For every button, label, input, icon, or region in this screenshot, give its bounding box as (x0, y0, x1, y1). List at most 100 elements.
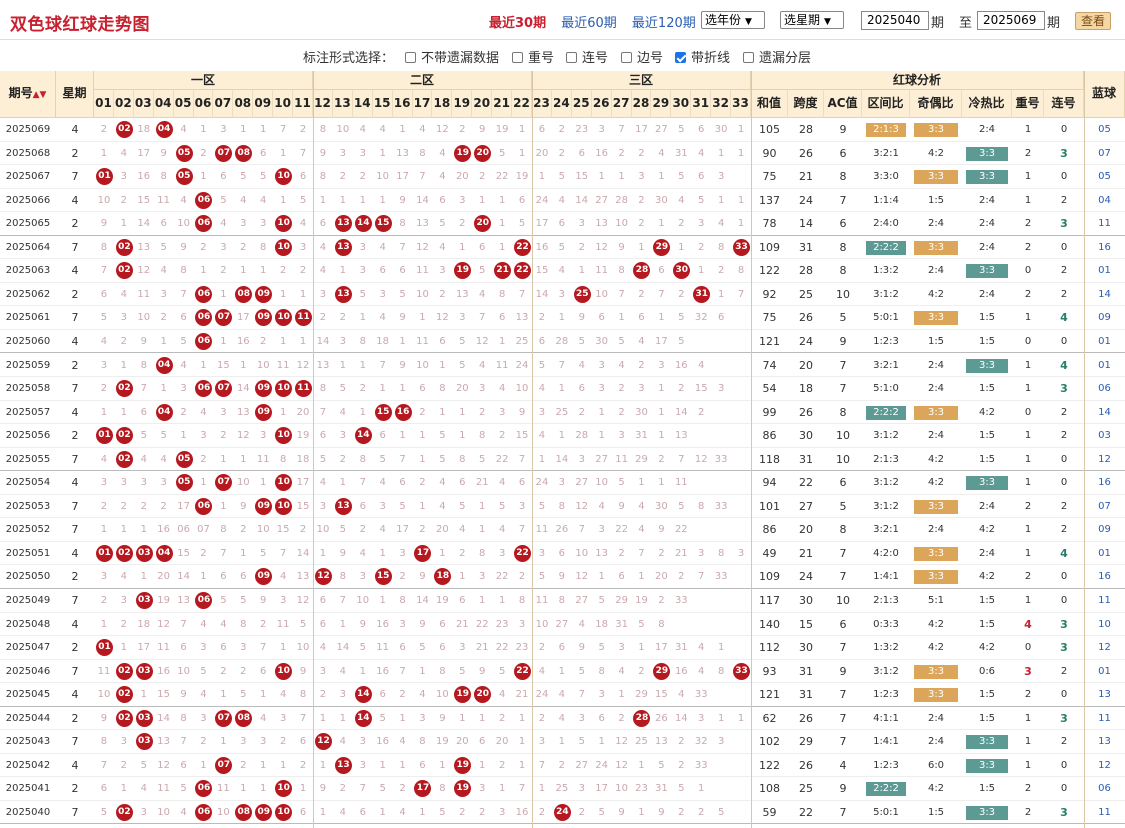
red-ball: 10 (275, 215, 293, 233)
number-cell: 5 (260, 171, 267, 183)
number-cell: 1 (220, 288, 227, 300)
zone-ratio-cell: 3:2:1 (873, 359, 899, 371)
number-cell: 2 (578, 406, 585, 418)
period-cell: 2025069 (5, 124, 51, 135)
period-links: 最近30期 最近60期 最近120期 (489, 12, 707, 31)
ac-cell: 10 (836, 594, 850, 607)
number-cell: 27 (575, 595, 589, 606)
number-cell: 31 (615, 618, 628, 630)
sum-cell: 99 (762, 405, 777, 419)
red-ball: 10 (275, 803, 293, 821)
number-cell: 1 (518, 759, 526, 771)
option-consecutive[interactable]: 连号 (566, 47, 608, 66)
header-number: 16 (392, 90, 413, 118)
number-cell: 32 (694, 736, 708, 748)
number-cell: 3 (140, 806, 147, 818)
number-cell: 2 (200, 241, 207, 253)
number-cell: 1 (260, 689, 267, 701)
number-cell: 2 (299, 124, 307, 135)
number-cell: 16 (515, 806, 529, 818)
number-cell: 17 (137, 147, 151, 159)
number-cell: 2 (120, 335, 128, 347)
number-cell: 7 (698, 571, 705, 583)
number-cell: 3 (240, 218, 247, 230)
number-cell: 3 (737, 547, 745, 559)
number-cell: 06 (194, 777, 214, 800)
hot-cold-cell: 2:4 (978, 547, 996, 559)
number-cell: 5 (220, 194, 227, 206)
number-cell: 3 (319, 288, 327, 300)
option-layer[interactable]: 遗漏分层 (743, 47, 811, 66)
link-recent-120[interactable]: 最近120期 (632, 16, 696, 31)
repeat-cell: 2 (1024, 241, 1032, 253)
repeat-cell: 1 (1024, 759, 1032, 771)
option-edge[interactable]: 边号 (621, 47, 663, 66)
number-cell: 1 (200, 477, 207, 489)
query-button[interactable]: 查看 (1075, 12, 1111, 30)
header-period[interactable]: 期号▲▼ (0, 71, 56, 118)
to-period-input[interactable]: 2025069 (977, 11, 1045, 30)
number-cell: 5 (498, 500, 506, 512)
number-cell: 8 (737, 265, 745, 277)
repeat-cell: 1 (1024, 430, 1032, 442)
number-cell (711, 518, 731, 541)
number-cell: 5 (240, 595, 247, 606)
number-cell: 8 (279, 453, 287, 465)
consecutive-cell: 4 (1060, 311, 1068, 325)
number-cell: 12 (436, 124, 449, 135)
number-cell: 1 (737, 194, 745, 206)
option-repeat[interactable]: 重号 (512, 47, 554, 66)
period-cell: 2025056 (5, 430, 51, 442)
red-ball: 19 (454, 262, 472, 280)
red-ball: 01 (95, 639, 113, 657)
weekday-cell: 7 (71, 523, 79, 537)
year-select[interactable]: 选年份 ▼ (701, 11, 765, 29)
number-cell: 11 (157, 783, 171, 795)
number-cell: 6 (518, 194, 526, 206)
repeat-cell: 2 (1024, 288, 1032, 300)
number-cell: 5 (598, 806, 605, 818)
number-cell: 14 (353, 683, 373, 706)
period-cell: 2025067 (5, 171, 51, 183)
number-cell: 7 (638, 547, 645, 559)
weekday-cell: 2 (71, 711, 79, 725)
odd-even-cell: 3:3 (910, 236, 962, 259)
repeat-cell: 1 (1024, 477, 1032, 489)
repeat-cell: 2 (1024, 571, 1032, 583)
number-cell: 5 (598, 642, 605, 654)
blue-ball-cell: 01 (1098, 265, 1111, 277)
number-cell: 8 (359, 335, 366, 347)
number-cell: 01 (94, 165, 114, 188)
header-zone2: 二区 (313, 71, 532, 90)
weekday-select[interactable]: 选星期 ▼ (780, 11, 844, 29)
weekday-cell: 4 (71, 193, 79, 207)
number-cell: 14 (353, 424, 373, 447)
period-cell: 2025045 (5, 689, 51, 701)
number-cell (731, 518, 751, 541)
link-recent-30[interactable]: 最近30期 (489, 16, 546, 31)
from-period-input[interactable]: 2025040 (861, 11, 929, 30)
number-cell: 04 (154, 542, 174, 565)
weekday-cell: 4 (71, 334, 79, 348)
red-ball: 09 (255, 568, 273, 586)
number-cell: 1 (459, 430, 466, 442)
number-cell: 2 (479, 406, 486, 418)
number-cell (671, 613, 691, 636)
number-cell: 5 (618, 477, 625, 489)
option-no-omission[interactable]: 不带遗漏数据 (405, 47, 499, 66)
number-cell: 12 (137, 265, 151, 277)
period-cell: 2025058 (5, 383, 51, 395)
number-cell: 1 (220, 335, 227, 347)
number-cell: 2 (638, 288, 645, 300)
number-cell: 1 (658, 406, 665, 418)
number-cell: 10 (273, 377, 293, 400)
red-ball: 17 (414, 544, 432, 562)
number-cell: 12 (575, 571, 589, 583)
number-cell: 2 (538, 712, 546, 724)
link-recent-60[interactable]: 最近60期 (561, 16, 617, 31)
number-cell: 16 (137, 171, 151, 183)
number-cell: 3 (459, 312, 466, 324)
option-line[interactable]: 带折线 (675, 47, 730, 66)
number-cell: 20 (296, 406, 310, 418)
number-cell: 3 (717, 736, 725, 748)
